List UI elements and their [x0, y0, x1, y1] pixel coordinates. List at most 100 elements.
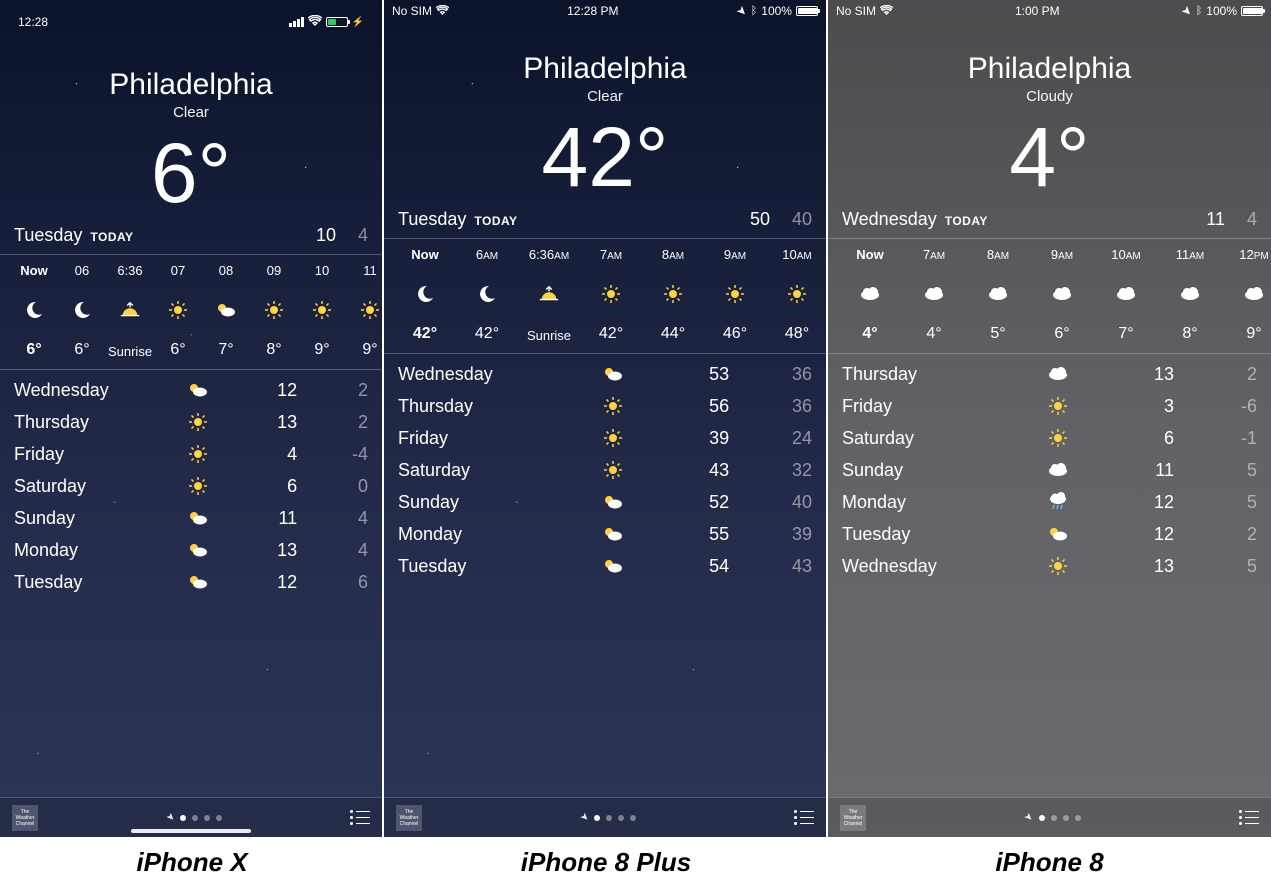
page-dot[interactable]	[1051, 815, 1057, 821]
forecast-row[interactable]: Thursday 13 2	[14, 406, 368, 438]
page-indicator[interactable]: ➤	[1024, 812, 1080, 823]
list-button[interactable]	[794, 810, 814, 825]
weather-channel-logo[interactable]: TheWeatherChannel	[840, 805, 866, 831]
hour-cell[interactable]: Now 42°	[394, 247, 456, 343]
page-dot[interactable]	[1039, 815, 1045, 821]
forecast-day: Wednesday	[14, 380, 170, 401]
forecast-row[interactable]: Tuesday 12 2	[842, 518, 1257, 550]
hour-value: 8°	[266, 341, 281, 359]
hour-cell[interactable]: Now 6°	[10, 263, 58, 359]
forecast-row[interactable]: Saturday 6 0	[14, 470, 368, 502]
forecast-row[interactable]: Friday 39 24	[398, 422, 812, 454]
page-indicator[interactable]: ➤	[580, 812, 636, 823]
city-name: Philadelphia	[384, 52, 826, 86]
forecast-high: 4	[226, 444, 297, 465]
forecast-low: 36	[729, 364, 812, 385]
forecast-day: Monday	[14, 540, 170, 561]
sun-icon	[600, 283, 622, 305]
hour-cell[interactable]: 12PM 9°	[1222, 247, 1271, 343]
page-dot[interactable]	[180, 815, 186, 821]
forecast-row[interactable]: Tuesday 54 43	[398, 550, 812, 582]
page-indicator[interactable]: ➤	[166, 812, 222, 823]
forecast-low: 5	[1174, 492, 1257, 513]
battery-icon	[326, 17, 348, 27]
hour-cell[interactable]: 7AM 4°	[902, 247, 966, 343]
forecast-row[interactable]: Friday 4 -4	[14, 438, 368, 470]
page-dot[interactable]	[1075, 815, 1081, 821]
page-dot[interactable]	[594, 815, 600, 821]
hour-cell[interactable]: 09 8°	[250, 263, 298, 359]
hour-cell[interactable]: 10AM 7°	[1094, 247, 1158, 343]
forecast-row[interactable]: Wednesday 53 36	[398, 358, 812, 390]
forecast-row[interactable]: Thursday 56 36	[398, 390, 812, 422]
hour-cell[interactable]: 10AM 48°	[766, 247, 826, 343]
list-button[interactable]	[1239, 810, 1259, 825]
partly-icon	[580, 524, 646, 544]
hour-value: Sunrise	[527, 328, 571, 343]
hour-time: 6:36AM	[529, 247, 569, 262]
page-dot[interactable]	[606, 815, 612, 821]
weather-channel-logo[interactable]: TheWeatherChannel	[12, 805, 38, 831]
sun-icon	[170, 476, 227, 496]
weather-header: Philadelphia Cloudy 4°	[828, 22, 1271, 209]
hour-cell[interactable]: 7AM 42°	[580, 247, 642, 343]
page-dot[interactable]	[618, 815, 624, 821]
forecast-row[interactable]: Sunday 11 5	[842, 454, 1257, 486]
hourly-forecast[interactable]: Now 42° 6AM 42° 6:36AM Sunrise 7AM 42° 8…	[384, 239, 826, 354]
hour-time: 9AM	[724, 247, 746, 262]
page-dot[interactable]	[204, 815, 210, 821]
hour-time: 10AM	[1111, 247, 1140, 262]
partly-icon	[580, 364, 646, 384]
forecast-row[interactable]: Saturday 43 32	[398, 454, 812, 486]
partly-icon	[170, 540, 227, 560]
hour-time: 07	[171, 263, 185, 278]
sunrise-icon	[119, 300, 141, 322]
hour-cell[interactable]: 08 7°	[202, 263, 250, 359]
hour-value: 4°	[862, 325, 877, 343]
home-indicator[interactable]	[131, 829, 251, 833]
hour-cell[interactable]: 10 9°	[298, 263, 346, 359]
page-dot[interactable]	[192, 815, 198, 821]
hour-cell[interactable]: 11 9°	[346, 263, 382, 359]
hour-cell[interactable]: 11AM 8°	[1158, 247, 1222, 343]
hourly-forecast[interactable]: Now 4° 7AM 4° 8AM 5° 9AM 6° 10AM 7° 11AM…	[828, 239, 1271, 354]
forecast-row[interactable]: Monday 13 4	[14, 534, 368, 566]
forecast-row[interactable]: Thursday 13 2	[842, 358, 1257, 390]
hour-cell[interactable]: 8AM 5°	[966, 247, 1030, 343]
weather-channel-logo[interactable]: TheWeatherChannel	[396, 805, 422, 831]
forecast-high: 12	[1091, 524, 1174, 545]
hour-cell[interactable]: 8AM 44°	[642, 247, 704, 343]
hour-cell[interactable]: 07 6°	[154, 263, 202, 359]
forecast-row[interactable]: Monday 12 5	[842, 486, 1257, 518]
hour-cell[interactable]: 6:36 Sunrise	[106, 263, 154, 359]
page-dot[interactable]	[630, 815, 636, 821]
hour-value: 4°	[926, 325, 941, 343]
forecast-row[interactable]: Sunday 52 40	[398, 486, 812, 518]
daily-forecast[interactable]: Thursday 13 2 Friday 3 -6 Saturday 6 -1 …	[828, 354, 1271, 797]
forecast-row[interactable]: Wednesday 13 5	[842, 550, 1257, 582]
daily-forecast[interactable]: Wednesday 12 2 Thursday 13 2 Friday 4 -4…	[0, 370, 382, 797]
hour-cell[interactable]: 9AM 6°	[1030, 247, 1094, 343]
hour-value: 5°	[990, 325, 1005, 343]
forecast-row[interactable]: Friday 3 -6	[842, 390, 1257, 422]
hour-cell[interactable]: 9AM 46°	[704, 247, 766, 343]
hourly-forecast[interactable]: Now 6° 06 6° 6:36 Sunrise 07 6° 08 7° 09…	[0, 255, 382, 370]
hour-cell[interactable]: 6:36AM Sunrise	[518, 247, 580, 343]
today-low: 4	[1247, 209, 1257, 230]
list-button[interactable]	[350, 810, 370, 825]
forecast-row[interactable]: Wednesday 12 2	[14, 374, 368, 406]
forecast-row[interactable]: Saturday 6 -1	[842, 422, 1257, 454]
hour-time: 7AM	[600, 247, 622, 262]
hour-cell[interactable]: Now 4°	[838, 247, 902, 343]
today-day: Wednesday	[842, 209, 937, 230]
page-dot[interactable]	[216, 815, 222, 821]
forecast-row[interactable]: Sunday 11 4	[14, 502, 368, 534]
hour-cell[interactable]: 06 6°	[58, 263, 106, 359]
forecast-row[interactable]: Tuesday 12 6	[14, 566, 368, 598]
daily-forecast[interactable]: Wednesday 53 36 Thursday 56 36 Friday 39…	[384, 354, 826, 797]
signal-icon	[289, 17, 304, 27]
page-dot[interactable]	[1063, 815, 1069, 821]
hour-cell[interactable]: 6AM 42°	[456, 247, 518, 343]
forecast-row[interactable]: Monday 55 39	[398, 518, 812, 550]
forecast-low: 5	[1174, 556, 1257, 577]
